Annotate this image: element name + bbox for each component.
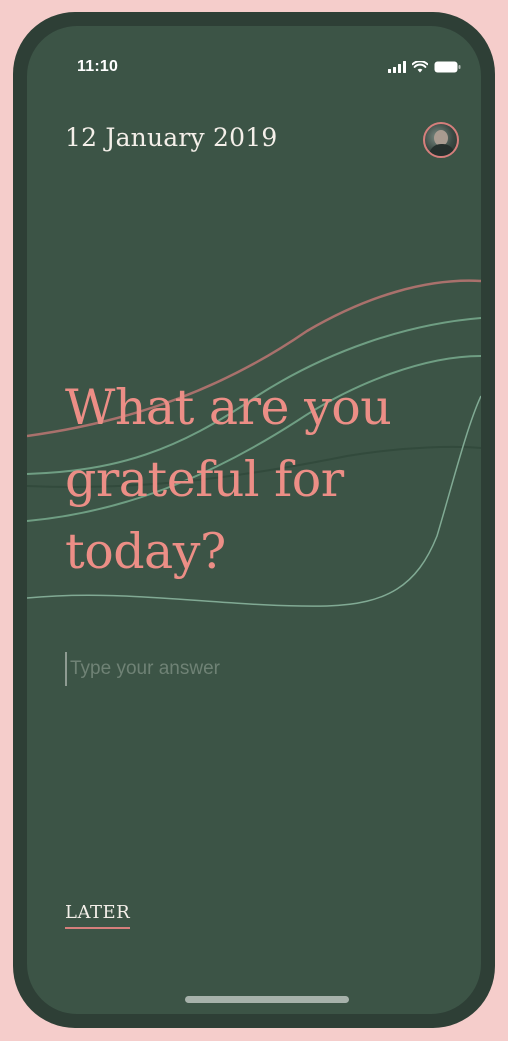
battery-icon: [434, 60, 461, 78]
answer-input[interactable]: [65, 652, 450, 686]
later-button[interactable]: LATER: [65, 902, 131, 929]
phone-frame: 11:10 12 January 2019 What are you grate…: [13, 12, 495, 1028]
user-avatar[interactable]: [423, 122, 459, 158]
home-indicator[interactable]: [185, 996, 349, 1003]
app-screen: 11:10 12 January 2019 What are you grate…: [27, 26, 481, 1014]
entry-date: 12 January 2019: [65, 123, 278, 152]
prompt-line-2: grateful for: [65, 451, 344, 508]
prompt-line-1: What are you: [65, 379, 392, 436]
cellular-signal-icon: [388, 60, 406, 78]
prompt-line-3: today?: [65, 523, 226, 580]
wifi-icon: [411, 60, 429, 78]
status-icons: [388, 60, 461, 78]
journal-prompt: What are you grateful for today?: [65, 372, 465, 588]
status-time: 11:10: [77, 58, 119, 75]
avatar-body: [429, 144, 455, 156]
status-bar: 11:10: [27, 26, 481, 86]
